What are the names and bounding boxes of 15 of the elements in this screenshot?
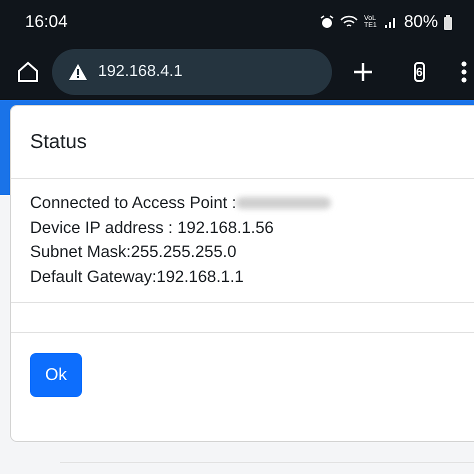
wifi-icon — [340, 15, 358, 29]
clock-time: 16:04 — [25, 12, 68, 32]
warning-icon — [68, 63, 88, 81]
signal-icon — [384, 15, 398, 29]
battery-percent: 80% — [404, 12, 438, 32]
battery-icon — [444, 14, 452, 30]
status-line: Connected to Access Point : — [30, 193, 472, 214]
status-line: Default Gateway:192.168.1.1 — [30, 267, 245, 288]
status-line: Subnet Mask:255.255.255.0 — [30, 242, 238, 264]
alarm-icon — [320, 15, 334, 29]
ok-button[interactable]: Ok — [30, 353, 82, 397]
address-bar[interactable]: 192.168.4.1 — [52, 49, 332, 95]
tab-count-button[interactable]: 6 — [414, 62, 425, 82]
status-line: Device IP address : 192.168.1.56 — [30, 218, 275, 238]
dialog-title: Status — [30, 130, 87, 154]
